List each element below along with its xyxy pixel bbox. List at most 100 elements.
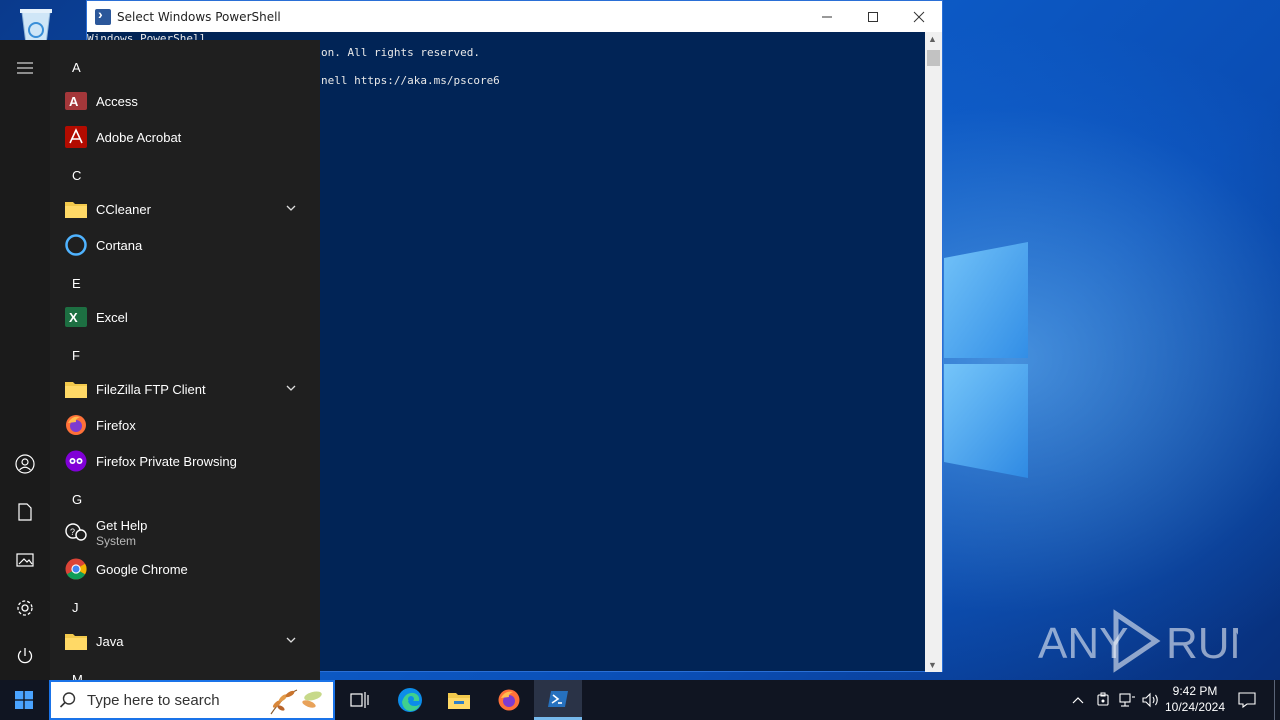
- taskbar-powershell[interactable]: [534, 680, 582, 720]
- powershell-icon: [95, 6, 111, 25]
- app-label: Java: [96, 633, 124, 649]
- power-icon: [17, 648, 33, 664]
- folder-icon: [64, 629, 88, 653]
- show-desktop-button[interactable]: [1274, 680, 1280, 720]
- document-icon: [18, 503, 32, 521]
- pictures-icon: [16, 553, 34, 567]
- app-sublabel: System: [96, 534, 137, 548]
- group-header-c[interactable]: C: [72, 168, 81, 183]
- console-line: nell https://aka.ms/pscore6: [321, 74, 500, 87]
- folder-icon: [64, 197, 88, 221]
- close-icon: [913, 11, 925, 22]
- action-center-button[interactable]: [1234, 680, 1260, 720]
- minimize-button[interactable]: [804, 1, 850, 32]
- close-button[interactable]: [896, 1, 942, 32]
- folder-icon: [64, 377, 88, 401]
- app-item-adobe-acrobat[interactable]: Adobe Acrobat: [50, 119, 310, 155]
- hamburger-icon: [17, 62, 33, 74]
- expand-menu-button[interactable]: [0, 44, 50, 92]
- edge-icon: [398, 688, 422, 712]
- app-label: Adobe Acrobat: [96, 129, 182, 145]
- maximize-button[interactable]: [850, 1, 896, 32]
- taskbar-search-box[interactable]: Type here to search: [49, 680, 335, 720]
- windows-start-icon: [15, 691, 33, 709]
- show-hidden-icons-button[interactable]: [1068, 680, 1088, 720]
- firefox-private-icon: [64, 449, 88, 473]
- app-label: FileZilla FTP Client: [96, 381, 206, 397]
- excel-icon: X: [64, 305, 88, 329]
- user-account-button[interactable]: [0, 440, 50, 488]
- group-header-g[interactable]: G: [72, 492, 82, 507]
- chevron-up-icon: [1072, 697, 1084, 704]
- chrome-icon: [64, 557, 88, 581]
- settings-button[interactable]: [0, 584, 50, 632]
- gear-icon: [17, 600, 33, 616]
- app-label: Get Help: [96, 518, 148, 533]
- app-label: Cortana: [96, 237, 143, 253]
- vertical-scrollbar[interactable]: ▲ ▼: [925, 32, 942, 672]
- powershell-icon: [548, 690, 568, 707]
- taskbar-firefox[interactable]: [485, 680, 533, 720]
- maximize-icon: [868, 11, 878, 22]
- file-explorer-icon: [448, 693, 470, 709]
- group-header-a[interactable]: A: [72, 60, 81, 75]
- app-label: Google Chrome: [96, 561, 188, 577]
- notifications-icon: [1238, 692, 1256, 708]
- window-title: Select Windows PowerShell: [117, 9, 281, 24]
- acrobat-icon: [64, 125, 88, 149]
- app-item-google-chrome[interactable]: Google Chrome: [50, 551, 310, 587]
- app-label: Access: [96, 93, 138, 109]
- clock-time: 9:42 PM: [1172, 684, 1218, 698]
- tray-volume-button[interactable]: [1140, 680, 1162, 720]
- windows-logo-wallpaper: [944, 242, 1028, 478]
- svg-text:?: ?: [70, 527, 75, 537]
- app-item-get-help[interactable]: ? Get Help System: [50, 515, 310, 551]
- tray-device-button[interactable]: [1092, 680, 1114, 720]
- search-placeholder[interactable]: Type here to search: [87, 692, 220, 709]
- scroll-down-icon[interactable]: ▼: [928, 660, 937, 670]
- watermark-run: RUN: [1166, 619, 1238, 668]
- app-item-access[interactable]: A Access: [50, 83, 310, 119]
- tray-network-button[interactable]: [1116, 680, 1138, 720]
- group-header-e[interactable]: E: [72, 276, 81, 291]
- console-line: on. All rights reserved.: [321, 46, 480, 59]
- group-header-m[interactable]: M: [72, 672, 83, 680]
- search-highlight-leaves-icon: [270, 689, 322, 715]
- group-header-f[interactable]: F: [72, 348, 80, 363]
- app-label-group: Get Help System: [96, 518, 147, 548]
- app-label: Excel: [96, 309, 128, 325]
- user-icon: [15, 454, 35, 474]
- chevron-down-icon[interactable]: [286, 383, 296, 393]
- app-item-excel[interactable]: X Excel: [50, 299, 310, 335]
- documents-button[interactable]: [0, 488, 50, 536]
- chevron-down-icon[interactable]: [286, 635, 296, 645]
- network-icon: [1119, 693, 1135, 707]
- app-item-java[interactable]: Java: [50, 623, 310, 659]
- task-view-icon: [350, 692, 369, 708]
- taskbar-file-explorer[interactable]: [435, 680, 483, 720]
- app-item-firefox[interactable]: Firefox: [50, 407, 310, 443]
- app-item-ccleaner[interactable]: CCleaner: [50, 191, 310, 227]
- taskbar-clock[interactable]: 9:42 PM 10/24/2024: [1160, 683, 1230, 715]
- app-item-filezilla[interactable]: FileZilla FTP Client: [50, 371, 310, 407]
- start-menu[interactable]: A A Access Adobe Acrobat C CCleaner Cort…: [0, 40, 320, 680]
- pictures-button[interactable]: [0, 536, 50, 584]
- task-view-button[interactable]: [336, 680, 384, 720]
- device-icon: [1097, 692, 1109, 706]
- group-header-j[interactable]: J: [72, 600, 79, 615]
- scroll-up-icon[interactable]: ▲: [928, 34, 937, 44]
- clock-date: 10/24/2024: [1164, 700, 1226, 714]
- app-item-cortana[interactable]: Cortana: [50, 227, 310, 263]
- app-label: CCleaner: [96, 201, 151, 217]
- powershell-titlebar[interactable]: Select Windows PowerShell: [87, 1, 942, 32]
- taskbar-edge[interactable]: [386, 680, 434, 720]
- scroll-thumb[interactable]: [927, 50, 940, 66]
- chevron-down-icon[interactable]: [286, 203, 296, 213]
- start-button[interactable]: [0, 680, 48, 720]
- power-button[interactable]: [0, 632, 50, 680]
- app-list[interactable]: A A Access Adobe Acrobat C CCleaner Cort…: [50, 40, 320, 680]
- app-item-firefox-private[interactable]: Firefox Private Browsing: [50, 443, 310, 479]
- app-label: Firefox Private Browsing: [96, 453, 237, 469]
- firefox-icon: [498, 689, 520, 711]
- cortana-icon: [64, 233, 88, 257]
